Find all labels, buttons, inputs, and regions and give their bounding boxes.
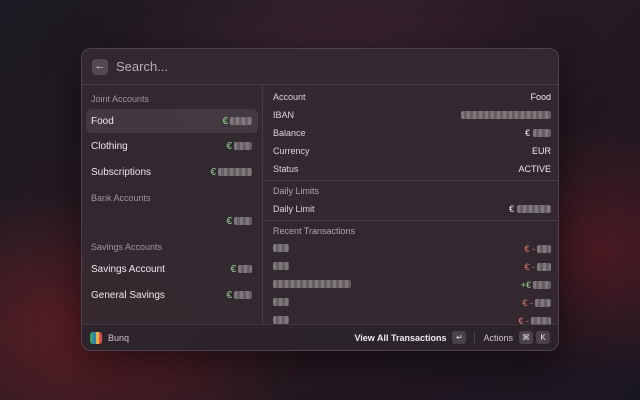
account-balance: €	[210, 167, 252, 178]
list-item-label: Subscriptions	[91, 167, 151, 178]
redacted-amount	[537, 245, 551, 253]
list-item-general-savings[interactable]: General Savings €	[86, 283, 258, 307]
bunq-logo-icon	[90, 332, 102, 344]
redacted-description	[273, 262, 289, 270]
transaction-row[interactable]: € -	[273, 240, 551, 258]
account-details: Account Food IBAN Balance € Currency EUR…	[264, 85, 559, 326]
list-item-label: General Savings	[91, 290, 165, 301]
redacted-amount	[234, 217, 252, 225]
actions-button[interactable]: Actions	[483, 333, 513, 343]
redacted-amount	[533, 129, 551, 137]
redacted-amount	[238, 265, 252, 273]
redacted-amount	[218, 168, 252, 176]
app-name: Bunq	[108, 333, 129, 343]
detail-row-account: Account Food	[273, 88, 551, 106]
list-item-label: Food	[91, 116, 114, 127]
list-item-food[interactable]: Food €	[86, 109, 258, 133]
command-icon: ⌘	[519, 331, 533, 344]
list-item-bank-account[interactable]: €	[86, 209, 258, 233]
redacted-amount	[230, 117, 252, 125]
account-balance: €	[226, 216, 252, 227]
command-palette-window: ← Joint Accounts Food € Clothing € Subsc…	[81, 48, 559, 351]
section-label-bank-accounts: Bank Accounts	[91, 193, 151, 203]
redacted-amount	[537, 263, 551, 271]
list-item-savings-account[interactable]: Savings Account €	[86, 257, 258, 281]
section-label-savings-accounts: Savings Accounts	[91, 242, 162, 252]
recent-transactions-label: Recent Transactions	[273, 226, 355, 236]
redacted-amount	[234, 291, 252, 299]
k-key: K	[536, 331, 550, 344]
redacted-amount	[535, 299, 551, 307]
view-all-transactions-button[interactable]: View All Transactions	[354, 333, 446, 343]
detail-row-status: Status ACTIVE	[273, 160, 551, 178]
list-item-subscriptions[interactable]: Subscriptions €	[86, 160, 258, 184]
search-input[interactable]	[116, 59, 416, 74]
divider	[264, 220, 559, 221]
account-list: Joint Accounts Food € Clothing € Subscri…	[82, 85, 263, 326]
detail-row-daily-limit: Daily Limit €	[273, 200, 551, 218]
action-bar: Bunq View All Transactions ↵ Actions ⌘ K	[82, 324, 558, 350]
arrow-left-icon[interactable]: ←	[92, 59, 108, 75]
list-item-label: Clothing	[91, 141, 128, 152]
account-balance: €	[226, 290, 252, 301]
account-balance: €	[226, 141, 252, 152]
transaction-row[interactable]: +€	[273, 276, 551, 294]
redacted-description	[273, 280, 351, 288]
account-balance: €	[222, 116, 252, 127]
detail-row-iban: IBAN	[273, 106, 551, 124]
redacted-description	[273, 244, 289, 252]
redacted-iban	[461, 111, 551, 119]
list-item-label: Savings Account	[91, 264, 165, 275]
daily-limits-label: Daily Limits	[273, 186, 319, 196]
detail-row-currency: Currency EUR	[273, 142, 551, 160]
divider	[264, 180, 559, 181]
detail-row-balance: Balance €	[273, 124, 551, 142]
redacted-description	[273, 316, 289, 324]
transaction-row[interactable]: € -	[273, 258, 551, 276]
redacted-description	[273, 298, 289, 306]
divider	[474, 332, 475, 344]
redacted-amount	[517, 205, 551, 213]
status-badge: ACTIVE	[518, 164, 551, 174]
list-item-clothing[interactable]: Clothing €	[86, 134, 258, 158]
transaction-row[interactable]: € -	[273, 294, 551, 312]
redacted-amount	[533, 281, 551, 289]
redacted-amount	[234, 142, 252, 150]
return-icon: ↵	[452, 331, 466, 344]
search-bar: ←	[82, 49, 558, 85]
section-label-joint-accounts: Joint Accounts	[91, 94, 149, 104]
account-balance: €	[230, 264, 252, 275]
